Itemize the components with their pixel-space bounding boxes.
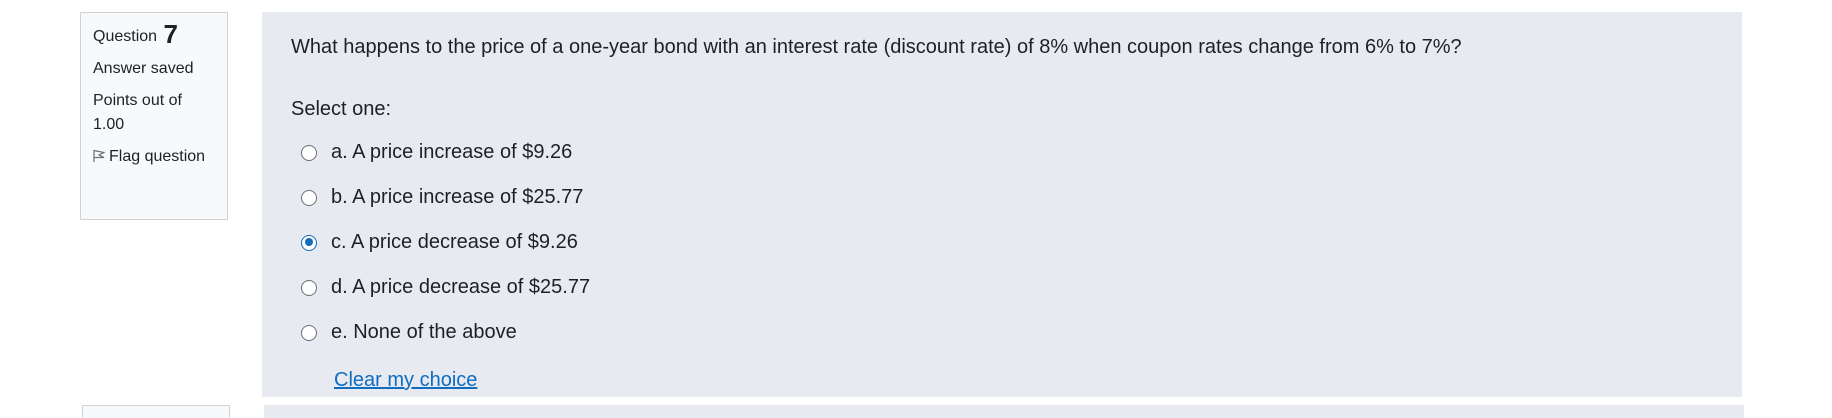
- question-label: Question: [93, 28, 158, 45]
- answer-label-a: a. A price increase of $9.26: [331, 141, 573, 163]
- flag-icon: [93, 148, 109, 165]
- answer-options: a. A price increase of $9.26 b. A price …: [291, 130, 1713, 355]
- question-content: What happens to the price of a one-year …: [262, 12, 1742, 397]
- answer-option-a[interactable]: a. A price increase of $9.26: [291, 130, 1713, 175]
- question-grade: Points out of 1.00: [93, 92, 182, 133]
- radio-button-b[interactable]: [301, 189, 317, 206]
- select-prompt: Select one:: [291, 98, 392, 120]
- clear-choice-link[interactable]: Clear my choice: [334, 369, 477, 392]
- answer-label-d: d. A price decrease of $25.77: [331, 276, 591, 298]
- radio-button-d[interactable]: [301, 279, 317, 296]
- question-info-panel: Question 7 Answer saved Points out of 1.…: [80, 12, 228, 220]
- radio-button-a[interactable]: [301, 144, 317, 161]
- radio-button-c[interactable]: [301, 234, 317, 251]
- next-question-info-panel: [82, 405, 230, 418]
- next-question-content: [264, 405, 1744, 418]
- question-number-value: 7: [163, 19, 178, 49]
- flag-label: Flag question: [109, 148, 206, 165]
- answer-option-e[interactable]: e. None of the above: [291, 310, 1713, 355]
- quiz-page: Question 7 Answer saved Points out of 1.…: [0, 0, 1832, 418]
- flag-question-button[interactable]: Flag question: [93, 145, 215, 169]
- radio-button-e[interactable]: [301, 324, 317, 341]
- answer-label-c: c. A price decrease of $9.26: [331, 231, 578, 253]
- answer-option-c[interactable]: c. A price decrease of $9.26: [291, 220, 1713, 265]
- question-state: Answer saved: [93, 60, 194, 77]
- answer-label-b: b. A price increase of $25.77: [331, 186, 584, 208]
- question-text: What happens to the price of a one-year …: [291, 36, 1462, 58]
- answer-option-b[interactable]: b. A price increase of $25.77: [291, 175, 1713, 220]
- answer-label-e: e. None of the above: [331, 321, 517, 343]
- question-number: Question 7: [93, 19, 215, 49]
- answer-option-d[interactable]: d. A price decrease of $25.77: [291, 265, 1713, 310]
